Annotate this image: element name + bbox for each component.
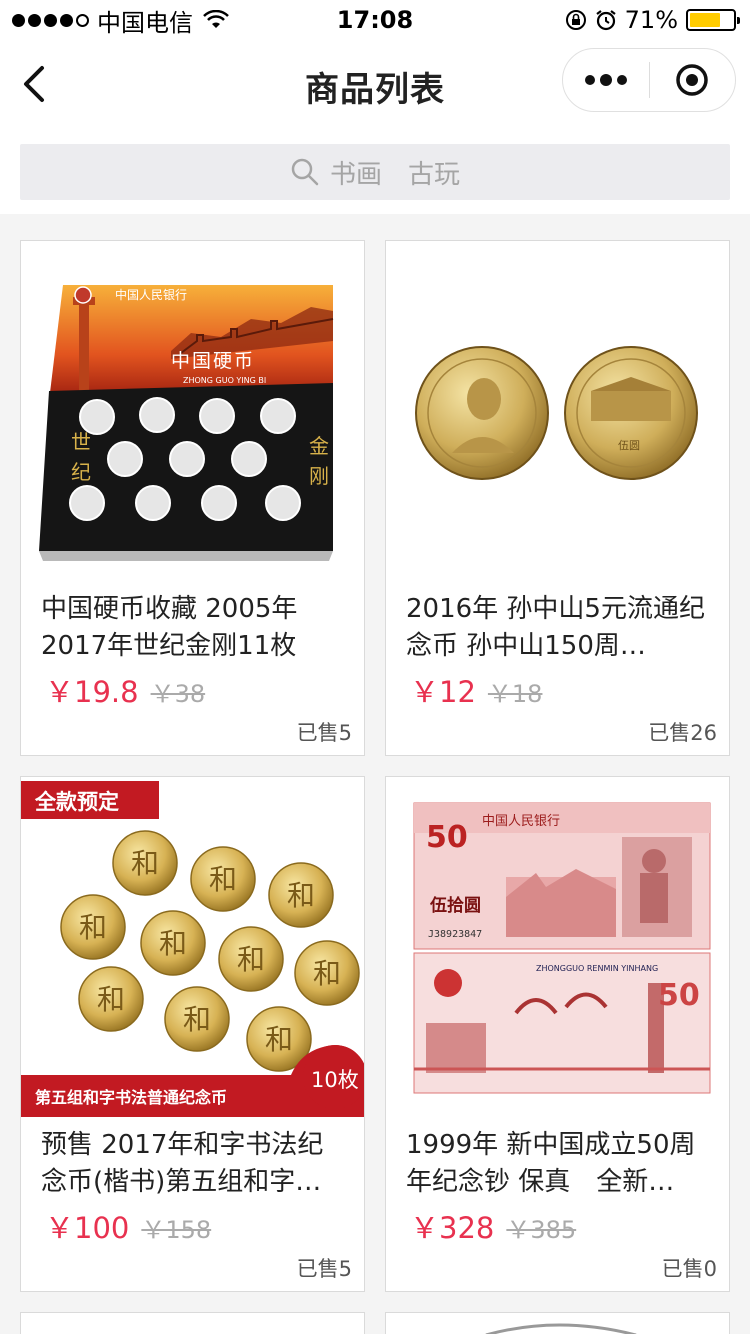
coin-caption: 第五组和字书法普通纪念币 bbox=[35, 1088, 227, 1107]
coin-value-text: 伍圆 bbox=[618, 439, 640, 452]
search-area: 书画 古玩 bbox=[0, 128, 750, 214]
svg-text:和: 和 bbox=[209, 863, 237, 896]
svg-text:和: 和 bbox=[183, 1003, 211, 1036]
product-card[interactable]: 中国人民银行 中国硬币 ZHONG GUO YING BI 世 纪 金 刚 中国… bbox=[20, 240, 365, 756]
svg-text:伍拾圆: 伍拾圆 bbox=[429, 895, 481, 916]
product-image[interactable]: 全款预定 和 和 和 和 和 和 和 和 和 和 10枚 第五组和字书法普通纪念… bbox=[21, 777, 364, 1117]
product-title[interactable]: 预售 2017年和字书法纪念币(楷书)第五组和字… bbox=[41, 1127, 346, 1201]
svg-text:中国人民银行: 中国人民银行 bbox=[482, 814, 560, 829]
svg-text:和: 和 bbox=[237, 943, 265, 976]
svg-text:和: 和 bbox=[97, 983, 125, 1016]
svg-text:J38923847: J38923847 bbox=[428, 929, 482, 940]
coin-portrait bbox=[415, 346, 549, 480]
sold-count: 已售5 bbox=[296, 721, 352, 745]
sold-count: 已售26 bbox=[648, 721, 717, 745]
target-close-icon bbox=[676, 64, 709, 96]
product-title[interactable]: 中国硬币收藏 2005年2017年世纪金刚11枚硬… bbox=[41, 591, 346, 665]
box-side-right-1: 金 bbox=[309, 434, 329, 458]
product-image-partial bbox=[485, 1323, 637, 1334]
product-card-partial[interactable] bbox=[20, 1312, 365, 1334]
search-icon bbox=[291, 158, 319, 186]
box-side-left-1: 世 bbox=[71, 430, 91, 454]
current-price: ￥328 bbox=[410, 1211, 495, 1245]
original-price: ￥158 bbox=[141, 1216, 212, 1244]
sold-count: 已售5 bbox=[296, 1257, 352, 1281]
svg-text:和: 和 bbox=[131, 847, 159, 880]
rotation-lock-icon bbox=[565, 10, 586, 30]
battery-icon bbox=[686, 9, 740, 31]
product-card-partial[interactable] bbox=[385, 1312, 730, 1334]
current-price: ￥12 bbox=[410, 675, 476, 709]
box-pinyin: ZHONG GUO YING BI bbox=[183, 376, 266, 385]
svg-text:50: 50 bbox=[658, 978, 700, 1013]
svg-text:和: 和 bbox=[265, 1023, 293, 1056]
price-row: ￥328 ￥385 bbox=[410, 1205, 576, 1247]
product-image[interactable]: 中国人民银行 中国硬币 ZHONG GUO YING BI 世 纪 金 刚 bbox=[21, 241, 364, 581]
current-price: ￥19.8 bbox=[45, 675, 139, 709]
more-button[interactable] bbox=[563, 48, 649, 112]
product-card[interactable]: 中国人民银行 50 伍拾圆 J38923847 ZHONGGUO RENMIN … bbox=[385, 776, 730, 1292]
product-title[interactable]: 1999年 新中国成立50周年纪念钞 保真 全新… bbox=[406, 1127, 711, 1201]
sold-count: 已售0 bbox=[661, 1257, 717, 1281]
search-placeholder: 书画 古玩 bbox=[329, 159, 460, 190]
original-price: ￥38 bbox=[150, 680, 206, 708]
box-bank-text: 中国人民银行 bbox=[115, 287, 187, 302]
box-side-left-2: 纪 bbox=[71, 460, 91, 484]
svg-text:ZHONGGUO RENMIN YINHANG: ZHONGGUO RENMIN YINHANG bbox=[536, 964, 658, 973]
svg-text:和: 和 bbox=[287, 879, 315, 912]
product-image[interactable]: 中国人民银行 50 伍拾圆 J38923847 ZHONGGUO RENMIN … bbox=[386, 777, 729, 1117]
status-right: 71% bbox=[565, 6, 740, 34]
price-row: ￥19.8 ￥38 bbox=[45, 669, 205, 711]
battery-percent: 71% bbox=[624, 6, 678, 34]
product-title[interactable]: 2016年 孙中山5元流通纪念币 孙中山150周… bbox=[406, 591, 711, 665]
banknote-back: ZHONGGUO RENMIN YINHANG 50 bbox=[413, 952, 711, 1094]
original-price: ￥18 bbox=[487, 680, 543, 708]
product-card[interactable]: 全款预定 和 和 和 和 和 和 和 和 和 和 10枚 第五组和字书法普通纪念… bbox=[20, 776, 365, 1292]
box-headline: 中国硬币 bbox=[171, 350, 255, 372]
banknote-front: 中国人民银行 50 伍拾圆 J38923847 bbox=[413, 802, 711, 950]
svg-text:和: 和 bbox=[313, 957, 341, 990]
price-row: ￥12 ￥18 bbox=[410, 669, 542, 711]
presale-badge: 全款预定 bbox=[34, 790, 119, 814]
search-input[interactable]: 书画 古玩 bbox=[20, 144, 730, 200]
original-price: ￥385 bbox=[506, 1216, 577, 1244]
alarm-icon bbox=[595, 10, 616, 31]
svg-text:50: 50 bbox=[426, 820, 468, 855]
nav-bar: 商品列表 bbox=[0, 40, 750, 128]
product-image[interactable]: 伍圆 bbox=[386, 241, 729, 581]
mini-program-capsule bbox=[562, 48, 736, 112]
more-icon bbox=[585, 75, 595, 85]
price-row: ￥100 ￥158 bbox=[45, 1205, 211, 1247]
coin-building: 伍圆 bbox=[564, 346, 698, 480]
svg-text:和: 和 bbox=[79, 911, 107, 944]
product-card[interactable]: 伍圆 2016年 孙中山5元流通纪念币 孙中山150周… ￥12 ￥18 已售2… bbox=[385, 240, 730, 756]
coin-count-badge: 10枚 bbox=[311, 1068, 359, 1092]
close-button[interactable] bbox=[650, 48, 735, 112]
svg-text:和: 和 bbox=[159, 927, 187, 960]
box-side-right-2: 刚 bbox=[309, 464, 329, 488]
status-bar: 中国电信 17:08 71% bbox=[0, 0, 750, 40]
current-price: ￥100 bbox=[45, 1211, 130, 1245]
